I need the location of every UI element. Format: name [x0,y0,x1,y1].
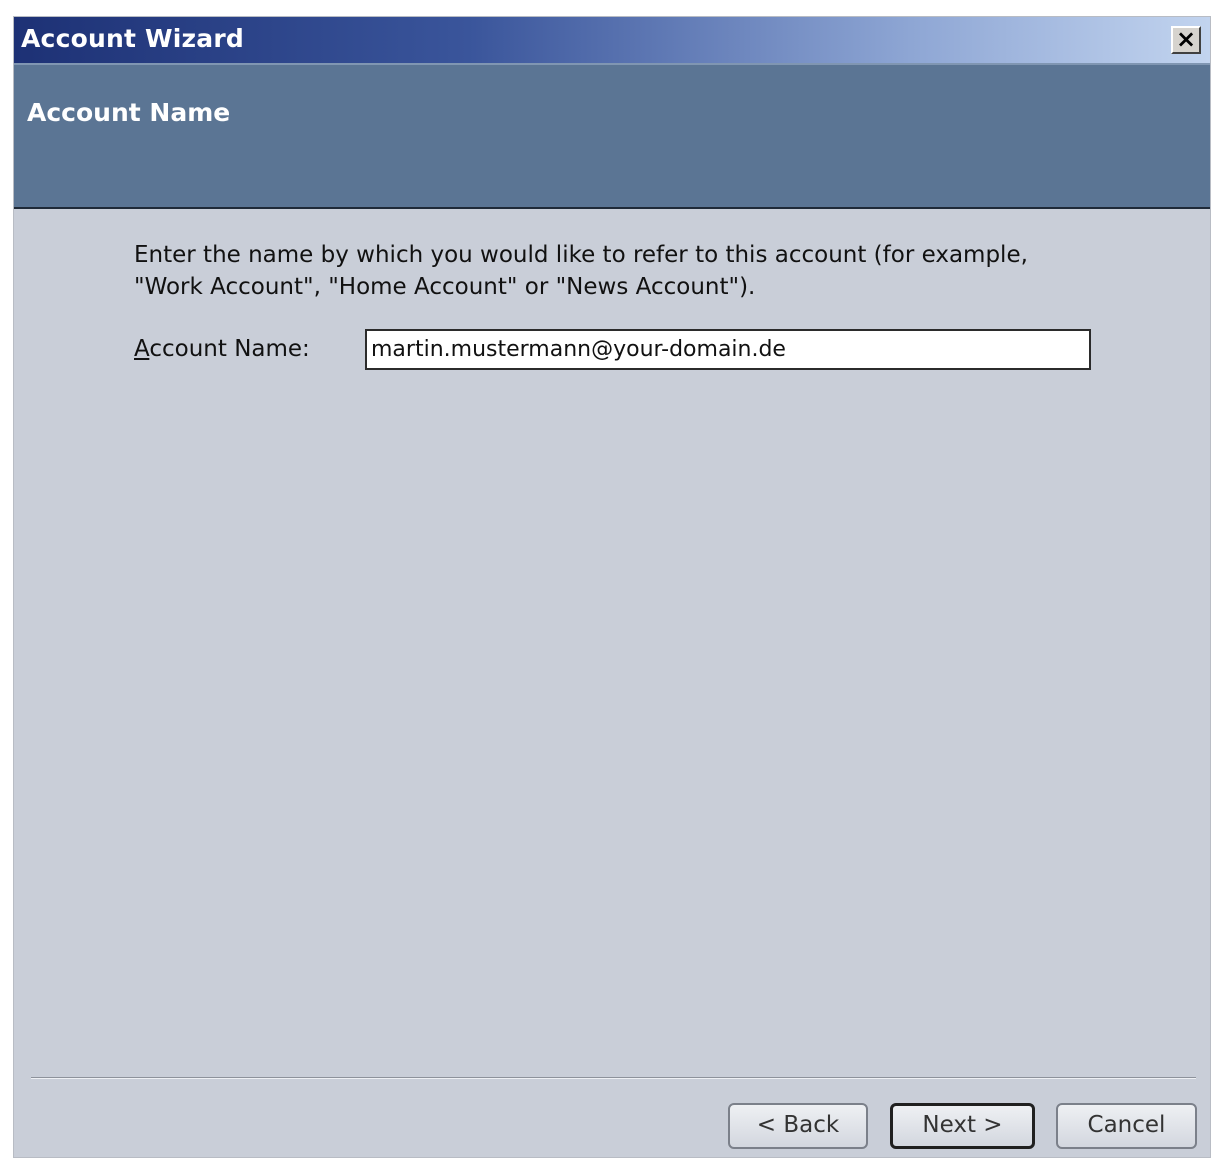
title-bar[interactable]: Account Wizard × [14,17,1210,63]
back-button[interactable]: < Back [728,1103,868,1149]
next-button[interactable]: Next > [890,1103,1035,1149]
window-title: Account Wizard [21,24,245,53]
cancel-button[interactable]: Cancel [1056,1103,1197,1149]
wizard-page-header: Account Name [14,63,1210,209]
close-icon[interactable]: × [1171,26,1201,54]
account-name-label-text: ccount Name: [149,336,310,362]
button-separator [31,1077,1196,1079]
account-name-label: Account Name: [134,336,310,362]
account-wizard-window: Account Wizard × Account Name Enter the … [13,16,1211,1158]
instruction-text: Enter the name by which you would like t… [134,242,1028,300]
account-name-label-accesskey: A [134,336,150,362]
account-name-input[interactable] [365,329,1091,370]
page-title: Account Name [27,98,231,127]
